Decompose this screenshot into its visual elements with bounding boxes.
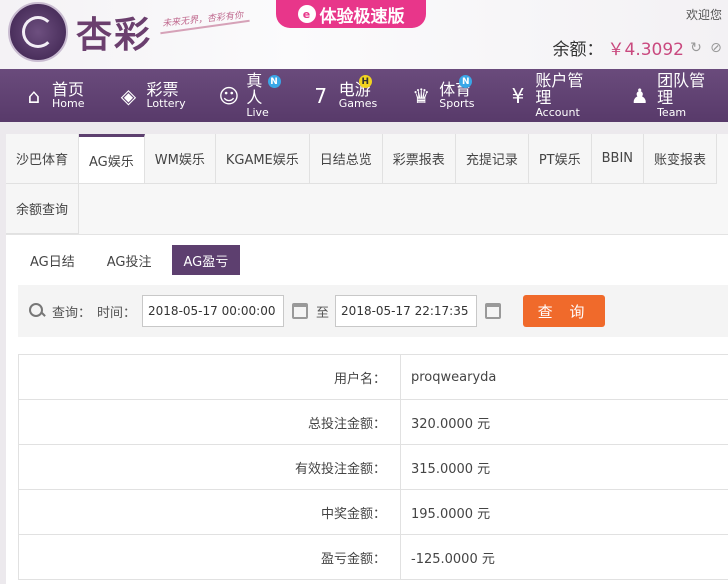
nav-item-live[interactable]: ☺ 真人 Live N <box>196 69 287 122</box>
table-row: 有效投注金额： 315.0000 元 <box>18 444 728 490</box>
nav-item-sports[interactable]: ♛ 体育 Sports N <box>387 69 484 122</box>
report-tabs: 沙巴体育 AG娱乐 WM娱乐 KGAME娱乐 日结总览 彩票报表 充提记录 PT娱乐 BBIN 账… <box>6 134 728 235</box>
logo-emblem-icon[interactable] <box>8 2 68 62</box>
end-date-input[interactable] <box>335 295 478 327</box>
calendar-icon[interactable] <box>292 303 309 319</box>
row-label: 用户名： <box>18 354 401 400</box>
balance-amount: ￥4.3092 <box>607 40 684 60</box>
site-header: 杏彩 未来无界，杏彩有你 e 体验极速版 欢迎您 余额： ￥4.3092 ↻ ⊘ <box>0 0 728 69</box>
nav-item-team[interactable]: ♟ 团队管理 Team <box>606 69 728 122</box>
nav-sublabel: Lottery <box>146 97 186 111</box>
refresh-icon[interactable]: ↻ <box>688 40 704 56</box>
nav-label: 彩票 <box>146 79 179 99</box>
ag-tab[interactable]: AG盈亏 <box>171 245 241 275</box>
table-row: 总投注金额： 320.0000 元 <box>18 399 728 445</box>
ag-tab[interactable]: AG投注 <box>95 245 164 275</box>
logo-text[interactable]: 杏彩 <box>76 6 152 58</box>
row-label: 总投注金额： <box>18 399 401 445</box>
nav-sublabel: Account <box>535 106 580 120</box>
report-tab[interactable]: 账变报表 <box>644 134 718 184</box>
nav-label: 团队管理 <box>657 70 706 108</box>
ag-tab[interactable]: AG日结 <box>18 245 87 275</box>
row-value: 315.0000 元 <box>400 444 728 490</box>
row-label: 中奖金额： <box>18 489 401 535</box>
row-value: -125.0000 元 <box>400 534 728 580</box>
query-button[interactable]: 查 询 <box>523 295 606 327</box>
nav-item-lottery[interactable]: ◈ 彩票 Lottery <box>94 69 195 122</box>
row-value: 320.0000 元 <box>400 399 728 445</box>
trophy-icon: ♛ <box>412 83 431 108</box>
report-tab[interactable]: KGAME娱乐 <box>215 134 310 184</box>
nav-badge: N <box>267 75 281 88</box>
report-tab[interactable]: 余额查询 <box>6 184 80 234</box>
start-date-input[interactable] <box>142 295 285 327</box>
balance-display: 余额： ￥4.3092 ↻ ⊘ <box>552 35 724 61</box>
nav-label: 账户管理 <box>535 70 584 108</box>
query-label: 查询： <box>52 305 92 321</box>
nav-sublabel: Games <box>338 97 378 111</box>
row-value: proqwearyda <box>400 354 728 400</box>
row-label: 有效投注金额： <box>18 444 401 490</box>
yen-icon: ¥ <box>511 83 525 108</box>
table-row: 中奖金额： 195.0000 元 <box>18 489 728 535</box>
query-bar: 查询： 时间： 至 查 询 <box>18 285 728 337</box>
ag-inner-tabs: AG日结 AG投注 AG盈亏 <box>6 235 728 275</box>
search-icon <box>28 302 46 320</box>
nav-item-account[interactable]: ¥ 账户管理 Account <box>485 69 607 122</box>
nav-item-home[interactable]: ⌂ 首页 Home <box>0 69 94 122</box>
to-label: 至 <box>316 305 330 321</box>
ticket-icon: ◈ <box>120 83 137 108</box>
speed-version-button[interactable]: e 体验极速版 <box>276 0 426 28</box>
content-panel: 沙巴体育 AG娱乐 WM娱乐 KGAME娱乐 日结总览 彩票报表 充提记录 PT娱乐 BBIN 账… <box>6 134 728 584</box>
nav-sublabel: Team <box>657 106 687 120</box>
nav-sublabel: Live <box>246 106 269 120</box>
speed-icon: e <box>297 5 316 23</box>
report-tab[interactable]: 彩票报表 <box>382 134 456 184</box>
balance-label: 余额： <box>552 40 604 60</box>
report-tab[interactable]: PT娱乐 <box>528 134 592 184</box>
time-label: 时间： <box>97 305 137 321</box>
dealer-icon: ☺ <box>218 83 240 108</box>
calendar-icon[interactable] <box>485 303 502 319</box>
row-value: 195.0000 元 <box>400 489 728 535</box>
row-label: 盈亏金额： <box>18 534 401 580</box>
team-icon: ♟ <box>630 83 649 108</box>
nav-label: 首页 <box>52 79 85 99</box>
main-nav: ⌂ 首页 Home ◈ 彩票 Lottery ☺ 真人 Live N 7 电游 Games H ♛ 体育 Spo… <box>0 69 728 122</box>
hide-balance-icon[interactable]: ⊘ <box>708 40 724 56</box>
result-table: 用户名： proqwearyda 总投注金额： 320.0000 元有效投注金额： 31… <box>18 354 728 580</box>
report-tab[interactable]: 充提记录 <box>455 134 529 184</box>
table-row: 盈亏金额： -125.0000 元 <box>18 534 728 580</box>
nav-sublabel: Sports <box>439 97 475 111</box>
report-tab[interactable]: BBIN <box>591 134 645 184</box>
table-row: 用户名： proqwearyda <box>18 354 728 400</box>
nav-item-games[interactable]: 7 电游 Games H <box>287 69 387 122</box>
nav-badge: H <box>358 75 372 88</box>
nav-sublabel: Home <box>52 97 85 111</box>
welcome-text: 欢迎您 <box>685 8 722 22</box>
speed-version-label: 体验极速版 <box>319 6 405 27</box>
report-tab[interactable]: AG娱乐 <box>79 134 145 184</box>
report-tab[interactable]: WM娱乐 <box>144 134 216 184</box>
report-tab[interactable]: 沙巴体育 <box>6 134 80 184</box>
home-icon: ⌂ <box>27 83 41 108</box>
report-tab[interactable]: 日结总览 <box>309 134 383 184</box>
seven-icon: 7 <box>314 83 328 108</box>
